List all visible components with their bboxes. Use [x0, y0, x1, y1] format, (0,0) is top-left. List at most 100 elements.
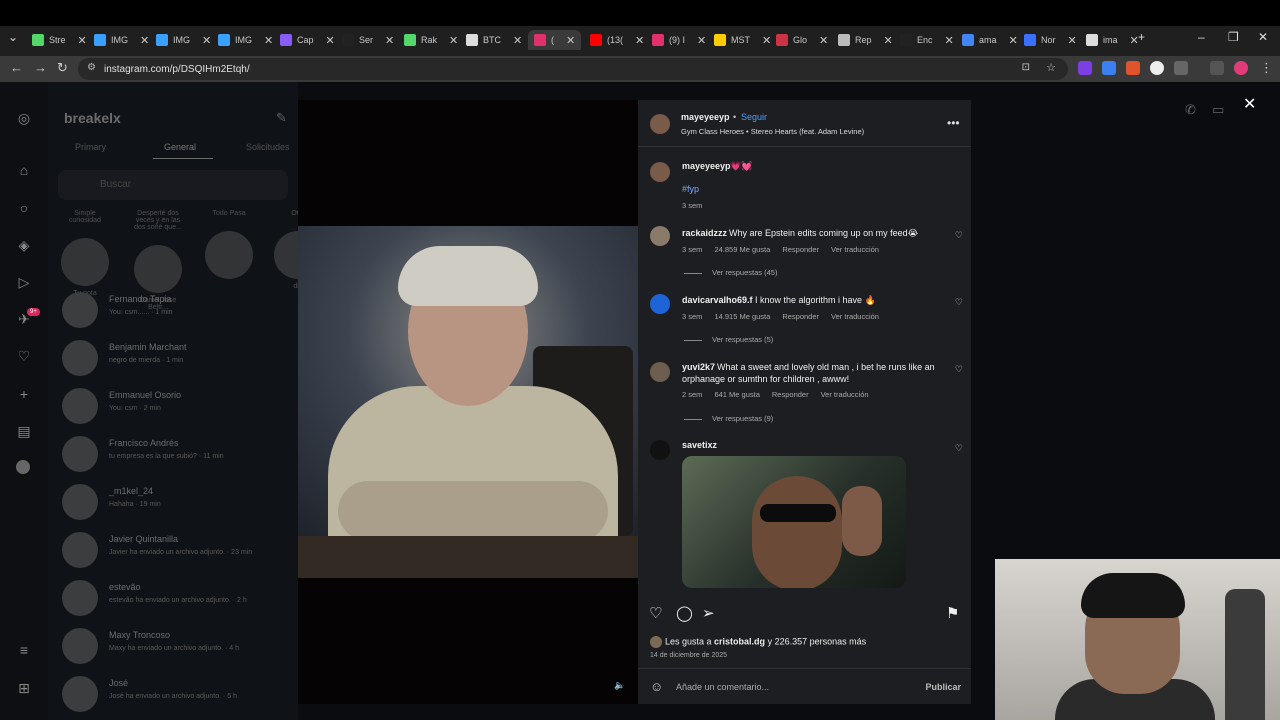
tab-close-icon[interactable]: ✕ [566, 34, 575, 47]
tab-close-icon[interactable]: ✕ [449, 34, 458, 47]
follow-button[interactable]: Seguir [741, 112, 767, 122]
comment-gif[interactable] [682, 456, 906, 588]
more-menu-icon[interactable]: ≡ [16, 642, 32, 658]
account-name[interactable]: breakelx [64, 110, 121, 126]
bookmark-star-icon[interactable]: ☆ [1046, 61, 1056, 74]
restore-icon[interactable]: ❐ [1228, 30, 1239, 44]
new-tab-icon[interactable]: + [1138, 30, 1145, 44]
caption-username[interactable]: mayeyeeyp [682, 161, 731, 171]
search-input[interactable]: Buscar [58, 170, 288, 200]
comment-likes[interactable]: 641 Me gusta [714, 390, 759, 399]
conversation-item[interactable]: estevão estevão ha enviado un archivo adj… [62, 576, 292, 620]
install-app-icon[interactable]: ⊡ [1022, 62, 1030, 73]
story-item[interactable]: Todo Pasa [204, 210, 254, 283]
browser-tab[interactable]: Rep ✕ [838, 30, 893, 50]
menu-dots-icon[interactable]: ⋮ [1260, 60, 1273, 76]
like-comment-icon[interactable]: ♡ [955, 297, 963, 308]
tab-general[interactable]: General [164, 142, 196, 152]
commenter-avatar[interactable] [650, 440, 670, 460]
comment-input[interactable]: Añade un comentario... [676, 682, 769, 692]
post-media[interactable]: 🔈 [298, 100, 638, 704]
tab-close-icon[interactable]: ✕ [264, 34, 273, 47]
extension-icon[interactable] [1078, 61, 1092, 75]
emoji-icon[interactable]: ☺ [650, 679, 663, 694]
tab-close-icon[interactable]: ✕ [1068, 34, 1077, 47]
translate-button[interactable]: Ver traducción [831, 245, 879, 254]
like-comment-icon[interactable]: ♡ [955, 230, 963, 241]
browser-tab[interactable]: ima ✕ [1086, 30, 1139, 50]
translate-button[interactable]: Ver traducción [831, 312, 879, 321]
share-icon[interactable]: ➢ [702, 604, 715, 622]
also-from-meta-icon[interactable]: ⊞ [16, 680, 32, 696]
more-options-icon[interactable]: ••• [947, 116, 960, 130]
likes-user[interactable]: cristobal.dg [714, 636, 765, 646]
browser-tab[interactable]: Rak ✕ [404, 30, 458, 50]
commenter-avatar[interactable] [650, 226, 670, 246]
extension-icon[interactable] [1126, 61, 1140, 75]
notifications-heart-icon[interactable]: ♡ [16, 348, 32, 364]
tab-close-icon[interactable]: ✕ [202, 34, 211, 47]
browser-tab[interactable]: BTC ✕ [466, 30, 522, 50]
conversation-item[interactable]: Emmanuel Osorio You: csm · 2 min [62, 384, 292, 428]
commenter-avatar[interactable] [650, 294, 670, 314]
tab-close-icon[interactable]: ✕ [140, 34, 149, 47]
author-username[interactable]: mayeyeeyp [681, 112, 730, 122]
save-bookmark-icon[interactable]: ⚑ [946, 604, 959, 622]
url-bar[interactable]: ⚙ instagram.com/p/DSQIHm2Etqh/ ⊡ ☆ [78, 58, 1068, 80]
site-info-icon[interactable]: ⚙ [87, 62, 96, 73]
comment-icon[interactable]: ◯ [676, 604, 693, 622]
profile-avatar[interactable] [1234, 61, 1248, 75]
conversation-item[interactable]: José José ha enviado un archivo adjunto. … [62, 672, 292, 716]
instagram-logo-icon[interactable]: ◎ [16, 110, 32, 126]
tab-close-icon[interactable]: ✕ [819, 34, 828, 47]
close-modal-icon[interactable]: ✕ [1243, 94, 1256, 114]
like-comment-icon[interactable]: ♡ [955, 364, 963, 375]
hashtag-link[interactable]: #fyp [682, 184, 699, 194]
commenter-username[interactable]: yuvi2k7 [682, 362, 715, 372]
minimize-icon[interactable]: – [1198, 30, 1205, 44]
browser-tab[interactable]: ama ✕ [962, 30, 1018, 50]
conversation-item[interactable]: Benjamin Marchant negro de mierda · 1 min [62, 336, 292, 380]
reels-icon[interactable]: ▷ [16, 274, 32, 290]
reply-button[interactable]: Responder [782, 312, 819, 321]
new-message-icon[interactable]: ✎ [276, 110, 287, 126]
conversation-item[interactable]: Javier Quintanilla Javier ha enviado un a… [62, 528, 292, 572]
tab-close-icon[interactable]: ✕ [945, 34, 954, 47]
tab-search-icon[interactable] [1210, 61, 1224, 75]
audio-icon[interactable]: 🔈 [614, 680, 625, 691]
browser-tab[interactable]: IMG ✕ [156, 30, 211, 50]
profile-avatar[interactable] [16, 460, 30, 474]
commenter-username[interactable]: rackaidzzz [682, 228, 727, 238]
tab-close-icon[interactable]: ✕ [78, 34, 87, 47]
browser-tab[interactable]: Enc ✕ [900, 30, 954, 50]
audio-track[interactable]: Gym Class Heroes • Stereo Hearts (feat. … [681, 127, 864, 136]
browser-tab[interactable]: Glo ✕ [776, 30, 828, 50]
tab-close-icon[interactable]: ✕ [697, 34, 706, 47]
tab-close-icon[interactable]: ✕ [326, 34, 335, 47]
reply-button[interactable]: Responder [772, 390, 809, 399]
like-comment-icon[interactable]: ♡ [955, 443, 963, 454]
publish-button[interactable]: Publicar [925, 682, 961, 692]
tab-close-icon[interactable]: ✕ [884, 34, 893, 47]
extension-icon[interactable] [1150, 61, 1164, 75]
commenter-username[interactable]: davicarvalho69.f [682, 295, 753, 305]
browser-tab[interactable]: (✕ [528, 30, 582, 50]
author-avatar[interactable] [650, 114, 670, 134]
tab-close-icon[interactable]: ✕ [385, 34, 394, 47]
view-replies-button[interactable]: Ver respuestas (45) [684, 268, 777, 277]
tab-close-icon[interactable]: ✕ [1009, 34, 1018, 47]
browser-tab[interactable]: MST ✕ [714, 30, 771, 50]
tab-close-icon[interactable]: ✕ [635, 34, 644, 47]
like-heart-icon[interactable]: ♡ [649, 604, 662, 622]
conversation-item[interactable]: _m1kel_24 Hahaha · 19 min [62, 480, 292, 524]
tab-close-icon[interactable]: ✕ [513, 34, 522, 47]
browser-tab[interactable]: Ser ✕ [342, 30, 394, 50]
browser-tab[interactable]: Cap ✕ [280, 30, 335, 50]
commenter-username[interactable]: savetixz [682, 440, 717, 450]
reload-icon[interactable]: ↻ [57, 60, 68, 76]
tab-close-icon[interactable]: ✕ [762, 34, 771, 47]
call-icon[interactable]: ✆ [1185, 102, 1196, 118]
extension-icon[interactable] [1102, 61, 1116, 75]
browser-tab[interactable]: IMG ✕ [218, 30, 273, 50]
search-icon[interactable]: ○ [16, 200, 32, 216]
